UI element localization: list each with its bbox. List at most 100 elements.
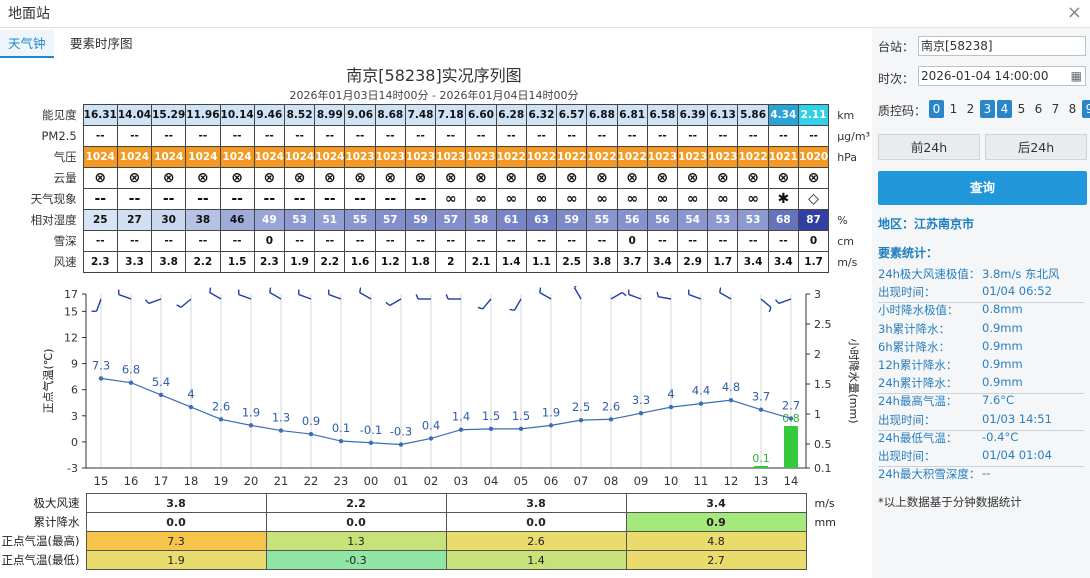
qc-code-2[interactable]: 2 (963, 100, 978, 118)
x-tick-label: 03 (454, 474, 469, 488)
obs-cell: -- (82, 125, 118, 147)
temperature-point (758, 407, 764, 412)
obs-row-unit: % (837, 213, 848, 227)
wind-barb-shaft (209, 291, 222, 300)
obs-cell: 8.99 (314, 104, 346, 126)
obs-cell: 68 (767, 209, 799, 231)
qc-code-8[interactable]: 8 (1065, 100, 1080, 118)
obs-cell: 51 (314, 209, 346, 231)
wind-barb-flag (359, 287, 362, 293)
obs-row: PM2.5 -- -- -- -- -- -- -- -- -- -- -- -- -- -- -- -- -- -… (0, 125, 870, 147)
wind-barb-shaft (573, 287, 582, 300)
obs-cell: 55 (586, 209, 618, 231)
obs-cell: -- (586, 125, 618, 147)
obs-cell: 53 (283, 209, 316, 231)
main-panel: 南京[58238]实况序列图 2026年01月03日14时00分 - 2026年… (0, 58, 870, 578)
summary-cell: 2.6 (445, 531, 627, 551)
obs-row-unit: km (837, 108, 855, 122)
wind-barb-shaft (180, 298, 192, 308)
obs-cell: 3.8 (151, 251, 187, 273)
obs-cell: 56 (646, 209, 679, 231)
tab-time-series[interactable]: 要素时序图 (62, 30, 141, 58)
y-tick-label-right: 1 (814, 408, 821, 421)
station-input[interactable]: 南京[58238] (918, 36, 1086, 56)
summary-cell: 7.3 (85, 531, 267, 551)
obs-cell: ⊗ (404, 167, 437, 189)
stat-value: 0.8mm (982, 302, 1023, 317)
wind-barb-shaft (238, 293, 252, 300)
y-tick-label-left: 12 (64, 332, 78, 345)
wind-barb-shaft (328, 293, 342, 300)
close-icon[interactable]: × (1067, 2, 1082, 23)
wind-barb-flag (176, 304, 182, 308)
temperature-label: 4 (187, 387, 194, 401)
wind-barb-shaft (482, 298, 492, 310)
x-tick-label: 04 (484, 474, 499, 488)
stat-key: 24h极大风速极值： (878, 267, 981, 281)
qc-code-1[interactable]: 1 (946, 100, 961, 118)
obs-row: 天气现象 -- -- -- -- -- -- -- -- -- -- -- ∞ ∞ ∞ ∞ ∞ ∞ ∞ ∞ ∞ ∞ ∞ ✱ ◇ (0, 188, 870, 210)
obs-cell: 1.7 (707, 251, 739, 273)
obs-cell: -- (677, 230, 709, 252)
obs-row-label: 风速 (53, 255, 77, 269)
obs-cell: ⊗ (616, 167, 648, 189)
time-input[interactable]: 2026-01-04 14:00:00 ▦ (918, 66, 1086, 86)
obs-cell: 2.1 (465, 251, 497, 273)
tab-bar: 天气钟 要素时序图 (0, 30, 870, 58)
query-button[interactable]: 查询 (878, 171, 1087, 205)
obs-cell: 14.04 (116, 104, 153, 126)
obs-cell: -- (435, 125, 467, 147)
next-24h-button[interactable]: 后24h (985, 134, 1087, 160)
side-panel: 台站： 南京[58238] 时次： 2026-01-04 14:00:00 ▦ … (872, 28, 1090, 578)
stat-key: 出现时间： (878, 285, 936, 300)
calendar-icon[interactable]: ▦ (1071, 67, 1082, 85)
qc-code-5[interactable]: 5 (1014, 100, 1029, 118)
temperature-point (158, 392, 164, 398)
qc-code-0[interactable]: 0 (929, 100, 944, 118)
obs-cell: -- (314, 230, 346, 252)
qc-code-6[interactable]: 6 (1031, 100, 1046, 118)
x-tick-label: 11 (694, 474, 709, 488)
obs-cell: 3.8 (586, 251, 618, 273)
summary-row-label: 累计降水 (33, 515, 80, 529)
obs-cell: 2.2 (314, 251, 346, 273)
wind-barb-shaft (269, 291, 282, 300)
temperature-point (488, 426, 494, 432)
obs-cell: 1.6 (344, 251, 376, 273)
precip-label: 0.1 (752, 452, 770, 465)
obs-cell: -- (525, 125, 558, 147)
obs-cell: ⊗ (116, 167, 153, 189)
tab-weather-clock[interactable]: 天气钟 (0, 30, 54, 58)
prev-24h-button[interactable]: 前24h (878, 134, 980, 160)
obs-cell: 1022 (525, 146, 558, 168)
obs-cell: 3.7 (616, 251, 648, 273)
temperature-label: 1.3 (272, 411, 290, 425)
obs-cell: ⊗ (586, 167, 618, 189)
obs-cell: 2.3 (82, 251, 118, 273)
obs-cell: ⊗ (219, 167, 255, 189)
stat-value: -0.4°C (982, 429, 1019, 444)
y-tick-label-right: 2.5 (814, 318, 832, 331)
qc-code-9[interactable]: 9 (1082, 100, 1090, 118)
wind-barb-flag (539, 287, 542, 293)
obs-cell: 1022 (737, 146, 769, 168)
stat-key: 24h最高气温： (878, 394, 958, 409)
obs-cell: 1024 (151, 146, 187, 168)
temperature-label: 0.9 (302, 414, 320, 428)
qc-code-4[interactable]: 4 (997, 100, 1012, 118)
temperature-label: 1.9 (542, 405, 560, 419)
qc-code-7[interactable]: 7 (1048, 100, 1063, 118)
obs-cell: ⊗ (82, 167, 118, 189)
stats-title: 要素统计： (878, 246, 939, 260)
x-tick-label: 15 (94, 474, 109, 488)
obs-cell: -- (283, 188, 316, 210)
obs-cell: 1024 (82, 146, 118, 168)
qc-code-3[interactable]: 3 (980, 100, 995, 118)
y-tick-label-right: 0.5 (814, 438, 832, 451)
obs-cell: -- (797, 125, 830, 147)
obs-cell: -- (707, 125, 739, 147)
temperature-label: 4.8 (722, 380, 740, 394)
stat-key: 小时降水极值： (878, 303, 959, 318)
wind-barb-shaft (688, 293, 702, 300)
summary-cell: 3.8 (85, 493, 267, 513)
